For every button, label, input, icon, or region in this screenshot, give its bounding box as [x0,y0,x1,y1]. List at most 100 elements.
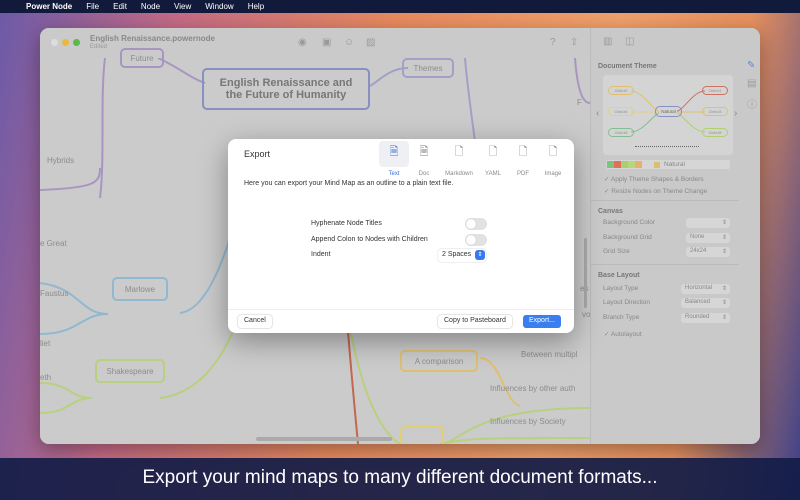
background-color-label: Background Color [603,219,656,226]
label-f[interactable]: F [577,98,582,107]
divider [591,264,739,265]
menu-bar: Power Node File Edit Node View Window He… [0,0,800,13]
document-theme-heading: Document Theme [598,63,657,70]
background-color-well[interactable] [686,218,730,228]
label-influences-other[interactable]: Influences by other auth [490,384,575,393]
menu-app[interactable]: Power Node [26,2,72,11]
layout-direction-select[interactable]: Balanced [681,298,730,308]
menu-file[interactable]: File [86,2,99,11]
label-juliet[interactable]: liet [40,339,50,348]
preview-child: Child #4 [608,107,634,116]
label-faustus[interactable]: Faustus [40,289,68,298]
stepper-icon: ⇕ [475,250,485,260]
label-great[interactable]: e Great [40,239,67,248]
stylesheet-icon[interactable]: ▤ [747,78,756,89]
label-influences-society[interactable]: Influences by Society [490,417,566,426]
copy-to-pasteboard-button[interactable]: Copy to Pasteboard [438,315,512,328]
format-tab-pdf[interactable]: 🗋 PDF [508,141,538,177]
export-button[interactable]: Export... [523,315,562,328]
close-button[interactable] [51,39,58,46]
node-partial[interactable] [400,426,444,444]
window-title: English Renaissance.powernode [90,34,215,43]
indent-select[interactable]: 2 Spaces ⇕ [438,249,486,262]
dialog-footer-divider [228,309,574,310]
resize-nodes-checkbox[interactable]: ✓ Resize Nodes on Theme Change [604,187,707,195]
label-macbeth[interactable]: eth [40,373,51,382]
theme-color-swatch [607,161,614,168]
paintbrush-icon[interactable]: ✎ [747,60,755,71]
menu-help[interactable]: Help [248,2,264,11]
node-comparison[interactable]: A comparison [400,350,478,372]
promo-caption: Export your mind maps to many different … [0,458,800,500]
cancel-button[interactable]: Cancel [238,315,272,328]
node-marlowe[interactable]: Marlowe [112,277,168,301]
image-file-icon: 🗋 [548,146,558,158]
theme-page-dots[interactable] [635,146,699,147]
format-tab-doc[interactable]: 🗎 Doc [409,141,439,177]
vertical-scrollbar[interactable] [584,238,587,308]
node-shakespeare[interactable]: Shakespeare [95,359,165,383]
format-tab-yaml[interactable]: 🗋 YAML [478,141,508,177]
theme-color-swatch [621,161,628,168]
sidebar-right-icon[interactable]: ◫ [625,36,634,47]
menu-node[interactable]: Node [141,2,160,11]
minimize-button[interactable] [62,39,69,46]
hyphenate-toggle[interactable] [465,218,487,230]
background-grid-label: Background Grid [603,234,652,241]
preview-center: Natural [655,106,682,117]
label-between[interactable]: Between multipl [521,350,577,359]
canvas-heading: Canvas [598,208,623,215]
branch-type-label: Branch Type [603,314,640,321]
window-subtitle: Edited [90,44,108,50]
format-tab-text[interactable]: 🗎 Text [379,141,409,177]
menu-view[interactable]: View [174,2,191,11]
menu-window[interactable]: Window [205,2,233,11]
layout-direction-label: Layout Direction [603,299,650,306]
eye-icon[interactable]: ◉ [298,37,307,48]
format-tab-image[interactable]: 🗋 Image [538,141,568,177]
grid-size-select[interactable]: 24x24 [686,247,730,257]
theme-next-icon[interactable]: › [734,108,737,119]
inspector-sidebar: ▥ ◫ ✎ ▤ ⓘ Document Theme ‹ › Child #2 Ch… [590,28,760,444]
autolayout-checkbox[interactable]: ✓ Autolayout [604,330,642,338]
preview-child: Child #3 [702,107,728,116]
share-icon[interactable]: ⇪ [570,37,578,48]
append-colon-toggle[interactable] [465,234,487,246]
export-dialog: Export 🗎 Text 🗎 Doc 🗋 Markdown 🗋 YAML 🗋 PDF 🗋… [228,139,574,333]
info-icon[interactable]: ⓘ [747,96,757,111]
layout-type-label: Layout Type [603,285,639,292]
node-themes[interactable]: Themes [402,58,454,78]
branch-type-select[interactable]: Rounded [681,313,730,323]
menu-edit[interactable]: Edit [113,2,127,11]
emoji-icon[interactable]: ☺ [344,37,354,48]
outline-icon[interactable]: ▣ [322,37,331,48]
preview-child: Child #6 [608,128,634,137]
central-node[interactable]: English Renaissance and the Future of Hu… [202,68,370,110]
export-description: Here you can export your Mind Map as an … [244,180,454,187]
preview-child: Child #1 [702,86,728,95]
image-icon[interactable]: ▨ [366,37,375,48]
format-tab-markdown[interactable]: 🗋 Markdown [440,141,478,177]
zoom-button[interactable] [73,39,80,46]
label-hybrids[interactable]: Hybrids [47,156,74,165]
markdown-file-icon: 🗋 [454,146,464,158]
grid-size-label: Grid Size [603,248,630,255]
theme-name: Natural [664,160,685,168]
layout-type-select[interactable]: Horizontal [681,284,730,294]
help-icon[interactable]: ? [550,37,556,48]
apply-shapes-checkbox[interactable]: ✓ Apply Theme Shapes & Borders [604,175,704,183]
theme-prev-icon[interactable]: ‹ [596,108,599,119]
theme-color-swatches [607,161,642,168]
theme-color-swatch [628,161,635,168]
background-grid-select[interactable]: None [686,233,730,243]
horizontal-scrollbar[interactable] [256,437,392,441]
sidebar-left-icon[interactable]: ▥ [603,36,612,47]
theme-selector[interactable]: Natural [606,160,730,169]
node-future[interactable]: Future [120,48,164,68]
indent-label: Indent [311,251,331,258]
append-colon-label: Append Colon to Nodes with Children [311,236,428,243]
theme-preview[interactable]: Child #2 Child #4 Child #6 Child #1 Chil… [603,75,733,155]
base-layout-heading: Base Layout [598,272,640,279]
preview-child: Child #2 [608,86,634,95]
theme-color-swatch [614,161,621,168]
